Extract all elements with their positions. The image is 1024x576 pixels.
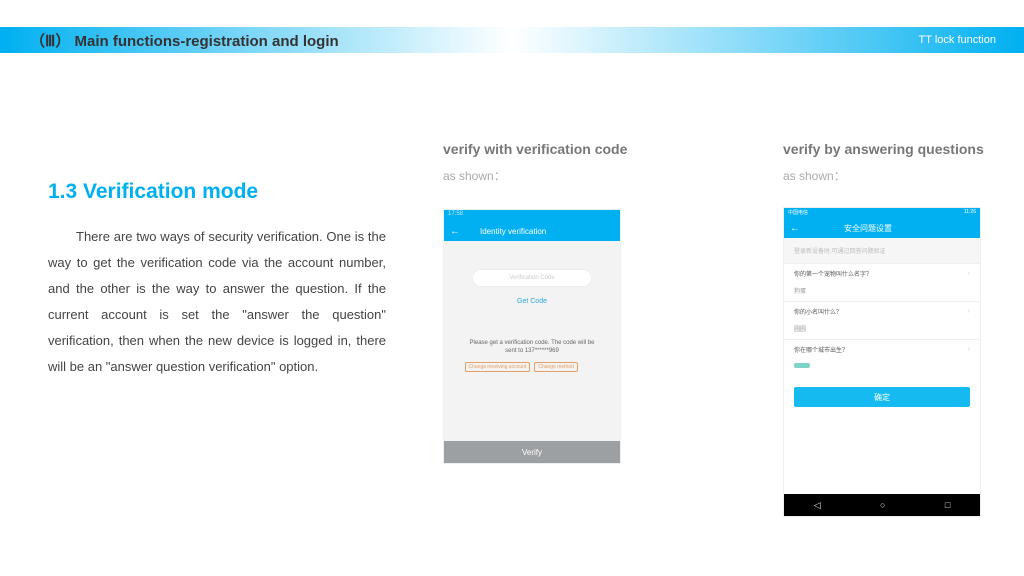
verification-code-input[interactable]: Verification Code — [472, 269, 592, 287]
question-text: 你在哪个城市出生？ — [794, 345, 848, 354]
status-bar: 17:58 — [444, 210, 620, 221]
question-row-3[interactable]: 你在哪个城市出生？ › — [784, 339, 980, 359]
header-title: Identity verification — [480, 227, 546, 236]
header-title: 安全问题设置 — [844, 223, 892, 234]
get-code-link[interactable]: Get Code — [444, 298, 620, 305]
accent-tab — [0, 27, 12, 53]
status-carrier: 中国电信 — [788, 209, 808, 217]
section-heading: 1.3 Verification mode — [48, 180, 258, 204]
status-bar: 中国电信 11:26 — [784, 208, 980, 218]
slide-right-label: TT lock function — [919, 34, 996, 46]
verify-button[interactable]: Verify — [444, 441, 620, 463]
app-header: ← Identity verification — [444, 221, 620, 241]
option-chips: Change receiving account Change method — [465, 362, 600, 372]
change-account-chip[interactable]: Change receiving account — [465, 362, 531, 372]
section-body: There are two ways of security verificat… — [48, 224, 386, 380]
confirm-button[interactable]: 确定 — [794, 387, 970, 407]
chevron-right-icon: › — [968, 308, 970, 315]
col1-sub: as shown： — [443, 167, 506, 184]
status-time: 17:58 — [448, 211, 463, 217]
status-time: 11:26 — [964, 209, 976, 217]
question-row-1[interactable]: 你的第一个宠物叫什么名字？ › — [784, 263, 980, 283]
screenshot-verify-code: 17:58 ← Identity verification Verificati… — [443, 209, 621, 464]
nav-home-icon[interactable]: ○ — [880, 500, 885, 510]
back-arrow-icon[interactable]: ← — [450, 226, 460, 237]
answer-row-1: 狗蛋 — [784, 283, 980, 301]
helper-note: 登录新设备时,可通过回答问题验证 — [784, 238, 980, 263]
slide-title: （Ⅲ） Main functions-registration and logi… — [30, 30, 339, 51]
nav-back-icon[interactable]: ◁ — [814, 500, 821, 511]
question-text: 你的小名叫什么？ — [794, 307, 842, 316]
answer-row-2: 圆圆 — [784, 321, 980, 339]
nav-recent-icon[interactable]: □ — [945, 500, 950, 510]
slide-title-bar: （Ⅲ） Main functions-registration and logi… — [0, 27, 1024, 53]
chevron-right-icon: › — [968, 270, 970, 277]
chevron-right-icon: › — [968, 346, 970, 353]
col1-heading: verify with verification code — [443, 141, 627, 157]
android-nav-bar: ◁ ○ □ — [784, 494, 980, 516]
screenshot-security-questions: 中国电信 11:26 ← 安全问题设置 登录新设备时,可通过回答问题验证 你的第… — [783, 207, 981, 517]
info-message: Please get a verification code. The code… — [465, 339, 600, 356]
back-arrow-icon[interactable]: ← — [790, 223, 800, 234]
col2-sub: as shown： — [783, 167, 846, 184]
section-body-text: There are two ways of security verificat… — [48, 229, 386, 374]
question-text: 你的第一个宠物叫什么名字？ — [794, 269, 872, 278]
app-header: ← 安全问题设置 — [784, 218, 980, 238]
answer-placeholder-bar — [794, 363, 810, 368]
col2-heading: verify by answering questions — [783, 141, 984, 157]
question-row-2[interactable]: 你的小名叫什么？ › — [784, 301, 980, 321]
change-method-chip[interactable]: Change method — [534, 362, 578, 372]
